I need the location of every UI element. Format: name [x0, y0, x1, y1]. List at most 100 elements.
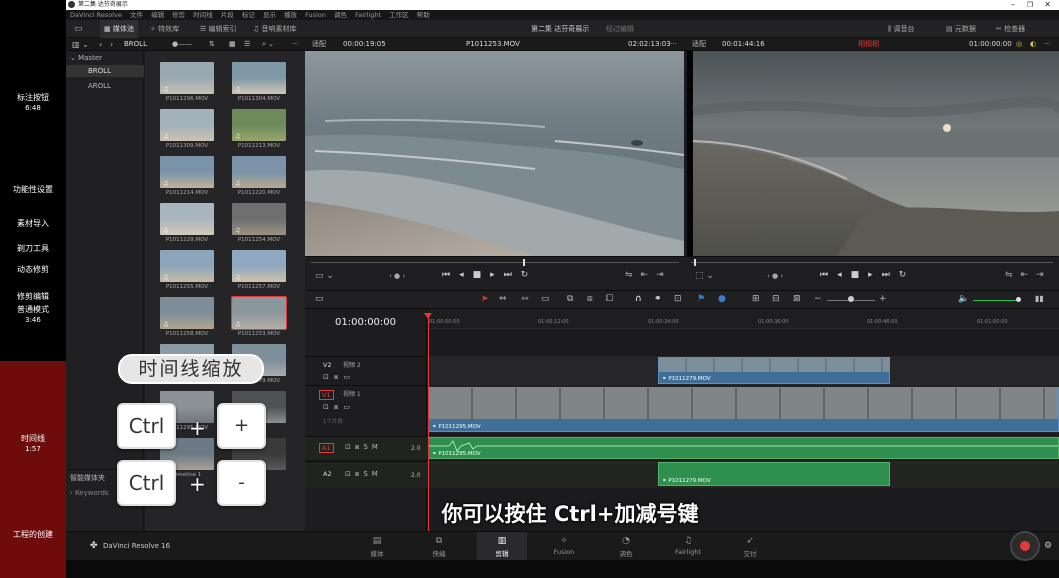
list-mode-icon[interactable]: ☰ — [244, 38, 250, 51]
timeline-clip-a1[interactable]: ⚭ P1011295.MOV — [428, 437, 1059, 459]
auto-select-icon[interactable]: ⧈ — [334, 373, 343, 381]
flag-icon[interactable]: ⚑ — [697, 294, 705, 304]
effects-button[interactable]: ✧ 特效库 — [150, 20, 179, 38]
clip-thumbnail[interactable]: ♫ — [232, 109, 286, 141]
menu-item-workspace[interactable]: 工作区 — [389, 11, 409, 19]
lock-icon[interactable]: ⊡ — [345, 470, 355, 478]
viewer-mode-icon[interactable]: ◎ — [1016, 38, 1022, 51]
menu-item-color[interactable]: 调色 — [334, 11, 347, 19]
mark-out-icon[interactable]: ⇥ — [1036, 270, 1052, 280]
source-scrubber[interactable] — [311, 262, 679, 263]
sort-icon[interactable]: ⇅ — [209, 38, 215, 51]
selection-tool-icon[interactable]: ➤ — [481, 294, 489, 304]
chapter-item-settings[interactable]: 功能性设置 — [0, 183, 66, 196]
mark-out-icon[interactable]: ⇥ — [656, 270, 672, 280]
zoom-custom-icon[interactable]: ⊠ — [793, 294, 801, 304]
source-viewer[interactable] — [305, 51, 684, 256]
keywords-bin[interactable]: › Keywords — [70, 489, 109, 497]
track-id[interactable]: A2 — [323, 470, 332, 478]
menu-item-edit[interactable]: 编辑 — [151, 11, 164, 19]
page-tab-cut[interactable]: ⧉ 快编 — [414, 532, 464, 558]
audio-meter-icon[interactable]: ▮▮ — [1035, 294, 1044, 303]
stop-icon[interactable]: ■ — [473, 270, 491, 280]
zoom-out-icon[interactable]: − — [814, 294, 822, 304]
master-bin[interactable]: ⌄ Master — [70, 54, 102, 62]
close-icon[interactable]: ✕ — [1044, 0, 1051, 10]
page-tab-edit[interactable]: ▥ 剪辑 — [477, 532, 527, 561]
timeline-zoom-select[interactable]: 适配 — [692, 38, 706, 51]
chapter-item-normal-mode[interactable]: 普通模式 3:46 — [0, 303, 66, 325]
replace-clip-icon[interactable]: ⧠ — [606, 294, 613, 304]
loop-icon[interactable]: ↻ — [899, 270, 916, 280]
menu-item-fairlight[interactable]: Fairlight — [355, 11, 381, 19]
track-name[interactable]: 视频 2 — [343, 360, 361, 369]
clip-thumbnail[interactable]: ♫ — [160, 203, 214, 235]
reverse-icon[interactable]: ◂ — [459, 270, 473, 280]
track-id[interactable]: A1 — [319, 443, 334, 453]
menu-item-clip[interactable]: 片段 — [221, 11, 234, 19]
mute-icon[interactable]: M — [372, 443, 382, 451]
page-tab-color[interactable]: ◔ 调色 — [601, 532, 651, 558]
clip-thumbnail[interactable]: ♫ — [160, 297, 214, 329]
timeline-playhead-mini[interactable] — [694, 259, 696, 266]
volume-slider[interactable] — [973, 300, 1019, 301]
skip-forward-icon[interactable]: ⏭ — [882, 270, 899, 280]
marker-icon[interactable]: ● — [718, 294, 726, 304]
solo-icon[interactable]: S — [363, 470, 371, 478]
skip-forward-icon[interactable]: ⏭ — [504, 270, 521, 280]
list-view-icon[interactable]: ▥ ⌄ — [72, 38, 89, 51]
chapter-item-trim-edit[interactable]: 修剪编辑 — [0, 290, 66, 303]
clip-thumbnail[interactable]: ♫ — [160, 250, 214, 282]
lock-icon[interactable]: ⊡ — [323, 373, 334, 381]
source-options-icon[interactable]: ··· — [670, 38, 677, 51]
menu-item-mark[interactable]: 标记 — [242, 11, 255, 19]
minimize-icon[interactable]: – — [1011, 0, 1015, 10]
lock-icon[interactable]: ⊡ — [345, 443, 355, 451]
skip-back-icon[interactable]: ⏮ — [820, 270, 837, 280]
chapter-item-import[interactable]: 素材导入 — [0, 217, 66, 230]
source-zoom-select[interactable]: 适配 — [312, 38, 326, 51]
clip-thumbnail[interactable]: ♫ — [160, 156, 214, 188]
zoom-full-icon[interactable]: ⊞ — [752, 294, 760, 304]
mark-in-icon[interactable]: ⇤ — [1021, 270, 1037, 280]
nav-forward-icon[interactable]: › — [110, 38, 113, 51]
dynamic-trim-icon[interactable]: ⇿ — [521, 294, 529, 304]
chapter-item-dynamic-trim[interactable]: 动态修剪 — [0, 263, 66, 276]
recorder-widget[interactable] — [1010, 531, 1040, 561]
menu-item-playback[interactable]: 播放 — [284, 11, 297, 19]
chapter-item-blade[interactable]: 剃刀工具 — [0, 242, 66, 255]
solo-icon[interactable]: S — [363, 443, 371, 451]
timeline-clip-a2[interactable]: ⚭ P1011279.MOV — [658, 462, 890, 486]
chapter-item-project-create[interactable]: 工程的创建 — [0, 528, 66, 541]
clip-thumbnail[interactable]: ♫ — [232, 203, 286, 235]
lock-icon[interactable]: ⊡ — [323, 403, 334, 411]
grid-view-icon[interactable]: ▦ — [229, 38, 236, 51]
play-icon[interactable]: ▸ — [490, 270, 504, 280]
clip-thumbnail[interactable]: ♫ — [232, 250, 286, 282]
edit-index-button[interactable]: ☰ 编辑索引 — [200, 20, 237, 38]
sound-library-button[interactable]: ♫ 音响素材库 — [253, 20, 297, 38]
menu-item-trim[interactable]: 修剪 — [172, 11, 185, 19]
timeline-display-icon[interactable]: ⬚ ⌄ — [695, 271, 714, 281]
volume-handle[interactable] — [1016, 297, 1021, 302]
reverse-icon[interactable]: ◂ — [837, 270, 851, 280]
trim-tool-icon[interactable]: ⇔ — [499, 294, 507, 304]
clip-thumbnail[interactable]: ♫ — [232, 62, 286, 94]
clip-thumbnail[interactable]: ♫ — [231, 296, 287, 330]
zoom-in-icon[interactable]: + — [879, 294, 887, 304]
clip-thumbnail[interactable]: ♫ — [160, 62, 214, 94]
chapter-item-timeline[interactable]: 时间线 1:57 — [0, 432, 66, 454]
play-icon[interactable]: ▸ — [868, 270, 882, 280]
timeline-clip-v2[interactable]: ⚭ P1011279.MOV — [658, 357, 890, 384]
link-icon[interactable]: ⚭ — [654, 294, 662, 304]
panel-toggle-icon[interactable]: ▭ — [74, 20, 83, 38]
timeline-clip-v1[interactable]: ⚭ P1011295.MOV — [428, 387, 1059, 432]
menu-item-timeline[interactable]: 时间线 — [193, 11, 213, 19]
match-frame-icon[interactable]: ⇋ — [625, 270, 641, 280]
snapping-icon[interactable]: ∩ — [635, 294, 642, 304]
lock-icon[interactable]: ⊡ — [674, 294, 682, 304]
thumb-size-slider[interactable]: ●—— — [172, 38, 192, 51]
metadata-button[interactable]: ▤ 元数据 — [946, 20, 976, 38]
mixer-button[interactable]: ⫼ 调音台 — [888, 20, 914, 38]
page-tab-deliver[interactable]: ➶ 交付 — [725, 532, 775, 558]
